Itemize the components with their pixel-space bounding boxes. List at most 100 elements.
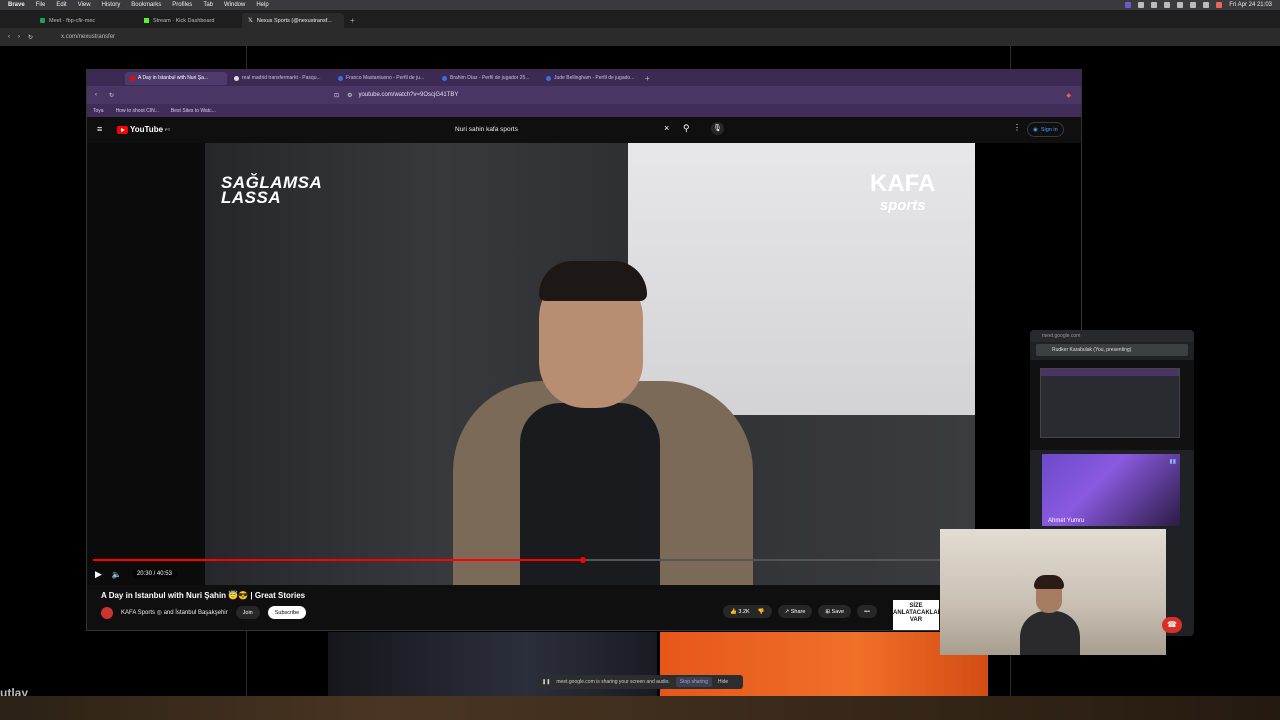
forward-icon[interactable]: › — [18, 34, 20, 40]
camera-person-body — [1020, 611, 1080, 655]
video-progress-fill — [93, 559, 583, 561]
video-frame: SAĞLAMSA LASSA KAFA sports — [87, 143, 975, 585]
youtube-favicon-icon — [130, 75, 135, 81]
recommended-thumbnail[interactable]: SİZE ANLATACAKLARIM VAR — [893, 600, 949, 630]
channel-row: KAFA Sports ◎ and İstanbul Başakşehir Jo… — [101, 606, 307, 619]
video-time: 20:30 / 40:53 — [131, 570, 177, 578]
participant-tile[interactable]: Ahmet Yumru ▮▮ — [1042, 454, 1180, 526]
menu-icon[interactable]: ≡ — [97, 124, 102, 134]
search-icon[interactable] — [1203, 2, 1210, 8]
bookmark-icon[interactable]: ⊡ — [334, 92, 339, 99]
volume-icon[interactable]: 🔈 — [112, 570, 122, 579]
user-avatar-icon[interactable] — [1216, 2, 1223, 8]
end-call-button[interactable]: ☎ — [1162, 617, 1182, 633]
menubar-view[interactable]: View — [78, 2, 91, 8]
inner-tab-transfermarkt-3[interactable]: Jude Bellingham - Perfil de jugado... — [541, 72, 643, 85]
video-scrubber-handle[interactable] — [580, 557, 586, 563]
bookmark-cinematic[interactable]: How to shoot CIN... — [116, 108, 159, 114]
menubar-file[interactable]: File — [36, 2, 46, 8]
kick-favicon-icon — [144, 18, 149, 23]
brave-shield-icon[interactable]: ◆ — [1066, 92, 1071, 99]
bookmark-best-sites[interactable]: Best Sites to Watc... — [171, 108, 216, 114]
meet-screen-preview — [1040, 368, 1180, 438]
more-options-icon[interactable]: ⋮ — [1013, 123, 1021, 132]
like-button[interactable]: 👍 3.2K 👎 — [723, 605, 772, 618]
meet-shared-screen[interactable] — [1030, 360, 1194, 450]
menubar-clock[interactable]: Fri Apr 24 21:03 — [1229, 2, 1272, 8]
video-person-shirt — [520, 403, 660, 585]
channel-avatar[interactable] — [101, 606, 113, 619]
video-player[interactable]: SAĞLAMSA LASSA KAFA sports ▶ 🔈 20:30 / 4… — [87, 143, 1081, 585]
outer-tab-x[interactable]: 𝕏 Nexus Sports (@nexustransf... — [242, 13, 344, 28]
inner-tab-transfermarkt-1[interactable]: Franco Mastantuono - Perfil de ju... — [333, 72, 435, 85]
subscribe-button[interactable]: Subscribe — [267, 606, 307, 619]
status-icon[interactable] — [1138, 2, 1145, 8]
reload-icon[interactable]: ↻ — [109, 92, 114, 99]
share-button[interactable]: ↗ Share — [777, 605, 813, 618]
back-icon[interactable]: ‹ — [95, 92, 97, 98]
share-label: Share — [790, 608, 806, 615]
menubar-profiles[interactable]: Profiles — [172, 2, 192, 8]
transfermarkt-favicon-icon — [442, 75, 447, 81]
inner-browser-window: A Day in Istanbul with Nuri Şa... real m… — [86, 69, 1082, 631]
save-button[interactable]: ⊞ Save — [818, 605, 852, 618]
menubar-window[interactable]: Window — [224, 2, 245, 8]
screen-share-icon[interactable] — [1125, 2, 1132, 8]
like-icon: 👍 — [730, 608, 739, 615]
join-button[interactable]: Join — [235, 606, 260, 619]
search-icon[interactable]: ⚲ — [683, 123, 690, 134]
youtube-search-input[interactable]: Nuri sahin kafa sports — [447, 122, 701, 138]
inner-url-field[interactable]: youtube.com/watch?v=9OscjG41TBY — [358, 92, 458, 98]
video-controls: ▶ 🔈 20:30 / 40:53 — [95, 567, 177, 581]
region-code: PT — [165, 127, 171, 132]
meet-url: meet.google.com — [1030, 330, 1194, 342]
wifi-icon[interactable] — [1177, 2, 1184, 8]
battery-icon[interactable] — [1190, 2, 1197, 8]
sign-in-button[interactable]: ◉ Sign in — [1027, 122, 1064, 137]
video-progress-bar[interactable] — [93, 557, 1073, 563]
menubar-history[interactable]: History — [102, 2, 121, 8]
inner-tab-youtube[interactable]: A Day in Istanbul with Nuri Şa... — [125, 71, 227, 85]
outer-url-field[interactable]: x.com/nexustransfer — [61, 34, 115, 40]
transfermarkt-favicon-icon — [546, 75, 551, 81]
phone-hangup-icon: ☎ — [1167, 620, 1177, 629]
stop-sharing-button[interactable]: Stop sharing — [675, 677, 712, 687]
inner-tab-label: real madrid transfermarkt - Pasqu... — [242, 75, 321, 81]
menubar-tab[interactable]: Tab — [203, 2, 213, 8]
video-person-hair — [539, 261, 647, 301]
menubar-bookmarks[interactable]: Bookmarks — [131, 2, 161, 8]
status-icon[interactable] — [1151, 2, 1158, 8]
microphone-icon[interactable]: 🎙 — [711, 122, 724, 135]
status-icon[interactable] — [1164, 2, 1171, 8]
play-icon[interactable]: ▶ — [95, 569, 102, 580]
like-count: 3.2K — [738, 608, 750, 615]
channel-name[interactable]: KAFA Sports ◎ and İstanbul Başakşehir — [121, 609, 228, 616]
bookmark-toya[interactable]: Toya — [93, 108, 104, 114]
back-icon[interactable]: ‹ — [8, 34, 10, 40]
new-tab-icon[interactable]: + — [350, 16, 355, 25]
outer-tab-label: Nexus Sports (@nexustransf... — [256, 17, 332, 24]
youtube-logo[interactable]: YouTube PT — [117, 125, 170, 134]
menubar-app-name[interactable]: Brave — [8, 2, 25, 8]
menubar-help[interactable]: Help — [256, 2, 268, 8]
sign-in-label: Sign in — [1040, 126, 1058, 133]
outer-tab-meet[interactable]: Meet - fbp-cfir-mec — [34, 13, 136, 28]
camera-person-hair — [1034, 575, 1064, 589]
new-tab-icon[interactable]: + — [645, 74, 650, 83]
kafa-sports-logo: KAFA sports — [870, 172, 935, 217]
more-actions-button[interactable]: ••• — [857, 605, 877, 618]
video-actions: 👍 3.2K 👎 ↗ Share ⊞ Save ••• — [723, 605, 877, 618]
self-camera-tile[interactable] — [940, 529, 1166, 655]
menubar-edit[interactable]: Edit — [56, 2, 66, 8]
site-info-icon[interactable]: ⚙ — [347, 92, 352, 99]
meet-presenting-label: Rudker Karabulak (You, presenting) — [1036, 344, 1188, 356]
outer-tab-kick[interactable]: Stream · Kick Dashboard — [138, 13, 240, 28]
dislike-icon[interactable]: 👎 — [758, 609, 765, 615]
hide-button[interactable]: Hide — [718, 679, 728, 685]
pause-icon: ❚❚ — [542, 679, 551, 685]
clear-search-icon[interactable]: × — [664, 123, 669, 133]
inner-tab-transfermarkt-2[interactable]: Brahim Díaz - Perfil de jugador 25... — [437, 72, 539, 85]
inner-tab-strip: A Day in Istanbul with Nuri Şa... real m… — [87, 70, 1081, 86]
inner-tab-google[interactable]: real madrid transfermarkt - Pasqu... — [229, 72, 331, 85]
reload-icon[interactable]: ↻ — [28, 34, 33, 41]
